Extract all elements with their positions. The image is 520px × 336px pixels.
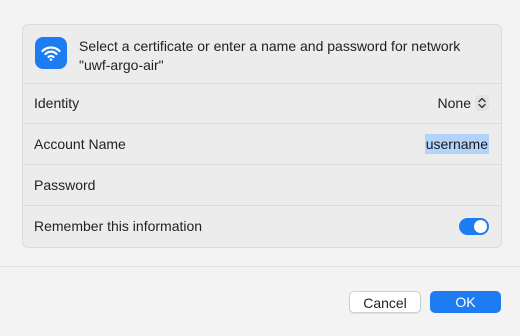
toggle-knob bbox=[474, 220, 487, 233]
dialog-message: Select a certificate or enter a name and… bbox=[79, 38, 461, 73]
ok-button[interactable]: OK bbox=[430, 291, 501, 313]
account-name-field[interactable]: username bbox=[424, 134, 489, 154]
identity-value: None bbox=[437, 95, 471, 111]
remember-toggle[interactable] bbox=[459, 218, 489, 235]
account-name-row: Account Name username bbox=[23, 124, 501, 165]
remember-row: Remember this information bbox=[23, 206, 501, 246]
wifi-icon bbox=[35, 37, 67, 69]
account-name-label: Account Name bbox=[34, 136, 126, 152]
chevron-up-down-icon bbox=[475, 95, 489, 111]
credentials-panel: Select a certificate or enter a name and… bbox=[22, 24, 502, 248]
password-row: Password bbox=[23, 165, 501, 206]
password-field[interactable] bbox=[183, 173, 489, 199]
remember-label: Remember this information bbox=[34, 218, 203, 234]
cancel-button[interactable]: Cancel bbox=[349, 291, 421, 313]
identity-select[interactable]: None bbox=[438, 93, 489, 113]
password-label: Password bbox=[34, 177, 96, 193]
dialog-header: Select a certificate or enter a name and… bbox=[23, 25, 501, 84]
footer-divider bbox=[0, 266, 520, 267]
identity-label: Identity bbox=[34, 95, 80, 111]
identity-row: Identity None bbox=[23, 83, 501, 124]
network-login-dialog: Select a certificate or enter a name and… bbox=[0, 0, 520, 336]
